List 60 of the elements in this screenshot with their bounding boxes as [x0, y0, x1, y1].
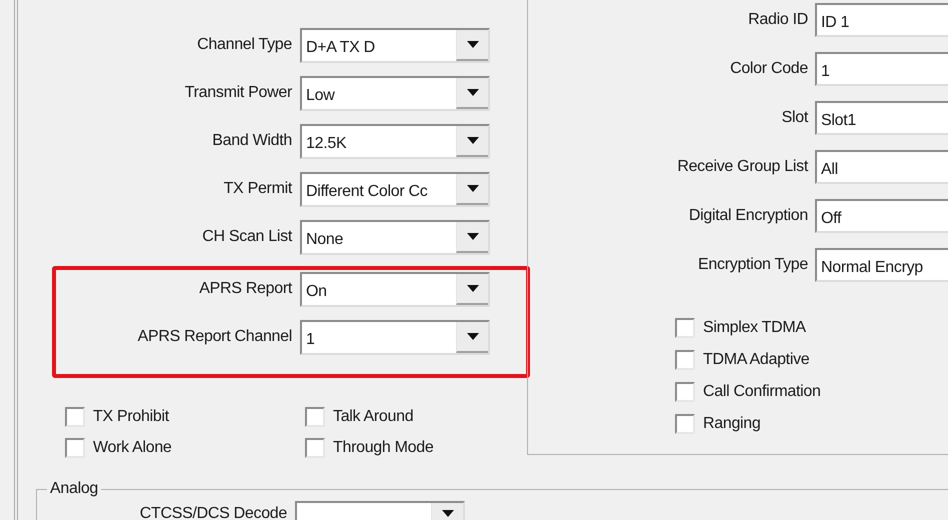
checkbox-label: Through Mode [333, 438, 434, 458]
checkbox-label: TDMA Adaptive [703, 350, 810, 370]
checkbox[interactable] [65, 438, 85, 458]
checkbox-label: Ranging [703, 414, 761, 434]
field-label: Receive Group List [676, 157, 808, 177]
checkbox[interactable] [305, 438, 325, 458]
checkbox[interactable] [675, 414, 695, 434]
field-label: APRS Report Channel [136, 327, 292, 347]
dropdown[interactable]: None [300, 220, 490, 254]
checkbox-label: TX Prohibit [93, 406, 169, 426]
field-label: Digital Encryption [688, 206, 808, 226]
dropdown[interactable]: 12.5K [300, 124, 490, 158]
dropdown[interactable]: On [300, 272, 490, 306]
field-label: Band Width [211, 131, 292, 151]
dropdown-button[interactable] [456, 78, 488, 108]
dropdown-button[interactable] [431, 503, 463, 520]
input-field[interactable]: Slot1 [815, 101, 948, 135]
input-field[interactable]: Normal Encryp [815, 248, 948, 282]
caret-icon [466, 332, 478, 340]
field-label: Transmit Power [184, 83, 292, 103]
field-label: TX Permit [222, 179, 292, 199]
dropdown-button[interactable] [456, 174, 488, 204]
group-title: Analog [47, 479, 102, 499]
caret-icon [466, 88, 478, 96]
checkbox[interactable] [305, 406, 325, 426]
field-label: APRS Report [198, 279, 292, 299]
caret-icon [442, 510, 454, 516]
caret-icon [466, 136, 478, 144]
dropdown[interactable]: Low [300, 76, 490, 110]
dropdown[interactable]: D+A TX D [300, 28, 490, 62]
caret-icon [466, 184, 478, 192]
dropdown-button[interactable] [456, 30, 488, 60]
dropdown-button[interactable] [456, 222, 488, 252]
field-label: Color Code [729, 59, 808, 79]
field-label: Slot [780, 108, 808, 128]
checkbox-label: Call Confirmation [703, 382, 821, 402]
dropdown[interactable]: 1 [300, 320, 490, 354]
field-label: CTCSS/DCS Decode [138, 504, 287, 520]
checkbox[interactable] [675, 350, 695, 370]
caret-icon [466, 40, 478, 48]
dropdown-button[interactable] [456, 274, 488, 304]
input-field[interactable]: All [815, 150, 948, 184]
checkbox[interactable] [675, 382, 695, 402]
checkbox[interactable] [675, 318, 695, 338]
field-label: Radio ID [747, 10, 808, 30]
checkbox-label: Work Alone [93, 438, 172, 458]
caret-icon [466, 232, 478, 240]
dropdown-button[interactable] [456, 126, 488, 156]
input-field[interactable]: 1 [815, 52, 948, 86]
input-field[interactable]: ID 1 [815, 3, 948, 37]
checkbox[interactable] [65, 406, 85, 426]
checkbox-label: Talk Around [333, 406, 414, 426]
field-label: Encryption Type [697, 255, 808, 275]
dropdown[interactable]: Different Color Cc [300, 172, 490, 206]
field-label: CH Scan List [201, 227, 292, 247]
checkbox-label: Simplex TDMA [703, 318, 806, 338]
input-field[interactable]: Off [815, 199, 948, 233]
caret-icon [466, 284, 478, 292]
field-label: Channel Type [196, 35, 292, 55]
dropdown-button[interactable] [456, 322, 488, 352]
